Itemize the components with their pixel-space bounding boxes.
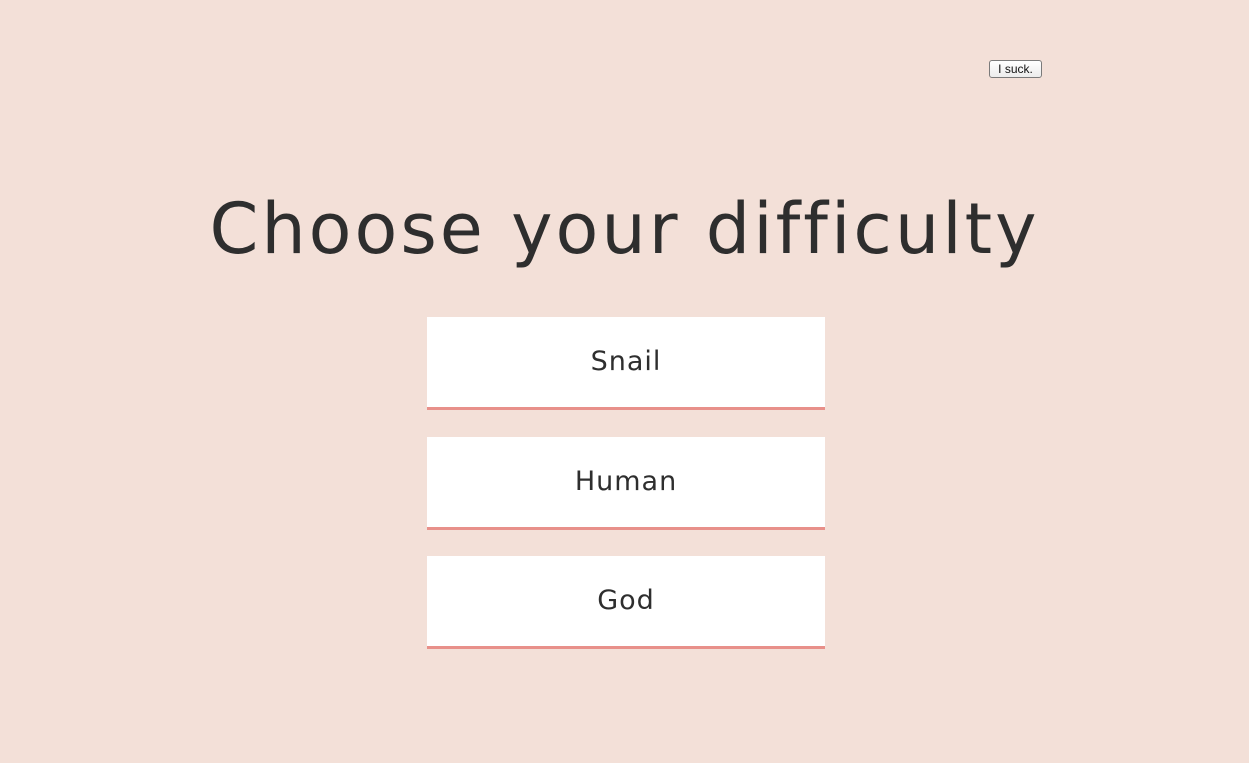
- difficulty-snail-button[interactable]: Snail: [427, 317, 825, 410]
- difficulty-list: Snail Human God: [427, 317, 825, 676]
- skip-button[interactable]: I suck.: [989, 60, 1042, 78]
- difficulty-god-button[interactable]: God: [427, 556, 825, 649]
- page-title: Choose your difficulty: [209, 188, 1040, 270]
- difficulty-human-button[interactable]: Human: [427, 437, 825, 530]
